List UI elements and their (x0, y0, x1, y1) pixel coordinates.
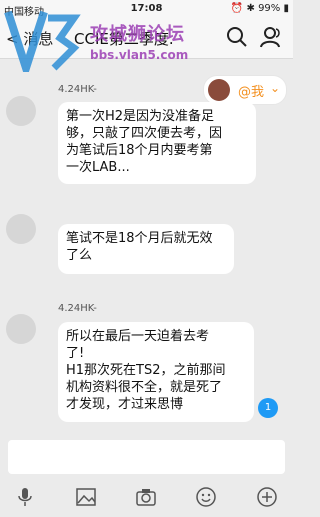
search-icon[interactable] (226, 26, 248, 48)
bluetooth-icon: ✱ (246, 3, 255, 14)
message-line: 够，只敲了四次便去考，因 (66, 126, 223, 141)
avatar[interactable] (6, 314, 36, 344)
message-sender: 4.24HK- (58, 84, 97, 95)
camera-icon[interactable] (135, 486, 157, 508)
watermark: 攻城狮论坛 bbs.vlan5.com (4, 8, 204, 72)
avatar (208, 79, 230, 101)
message-line: 才发现，才过来思博 (66, 397, 184, 412)
battery-percent: 99% (258, 3, 281, 14)
plus-icon[interactable] (256, 486, 278, 508)
watermark-url: bbs.vlan5.com (90, 48, 189, 62)
avatar[interactable] (6, 214, 36, 244)
message-line: 了么 (66, 248, 93, 263)
chevron-down-icon: ⌄ (270, 81, 281, 95)
unread-badge[interactable]: 1 (258, 398, 278, 418)
watermark-logo (4, 10, 81, 72)
mention-me-label: @我 (238, 85, 265, 100)
message-line: 一次LAB... (66, 160, 130, 175)
message-sender: 4.24HK- (58, 303, 97, 314)
emoji-icon[interactable] (195, 486, 217, 508)
message-bubble[interactable]: 笔试不是18个月后就无效 了么 (58, 224, 234, 274)
message-bubble[interactable]: 第一次H2是因为没准备足 够，只敲了四次便去考，因 为笔试后18个月内要考第 一… (58, 102, 256, 184)
message-line: H1那次死在TS2，之前那间 (66, 363, 226, 378)
input-toolbar (0, 478, 293, 517)
mention-me-button[interactable]: @我 ⌄ (203, 75, 287, 105)
message-line: 为笔试后18个月内要考第 (66, 143, 213, 158)
watermark-title: 攻城狮论坛 (90, 24, 185, 45)
message-input[interactable] (8, 440, 285, 474)
avatar[interactable] (6, 96, 36, 126)
message-line: 了! (66, 346, 85, 361)
message-line: 机构资料很不全，就是死了 (66, 380, 223, 395)
alarm-icon: ⏰ (230, 3, 244, 14)
message-bubble[interactable]: 所以在最后一天迫着去考 了! H1那次死在TS2，之前那间 机构资料很不全，就是… (58, 322, 254, 422)
image-icon[interactable] (75, 486, 97, 508)
microphone-icon[interactable] (14, 486, 36, 508)
message-line: 所以在最后一天迫着去考 (66, 329, 210, 344)
message-line: 第一次H2是因为没准备足 (66, 109, 215, 124)
group-members-icon[interactable] (260, 26, 284, 48)
message-line: 笔试不是18个月后就无效 (66, 231, 213, 246)
battery-icon: ▮ (283, 3, 289, 14)
